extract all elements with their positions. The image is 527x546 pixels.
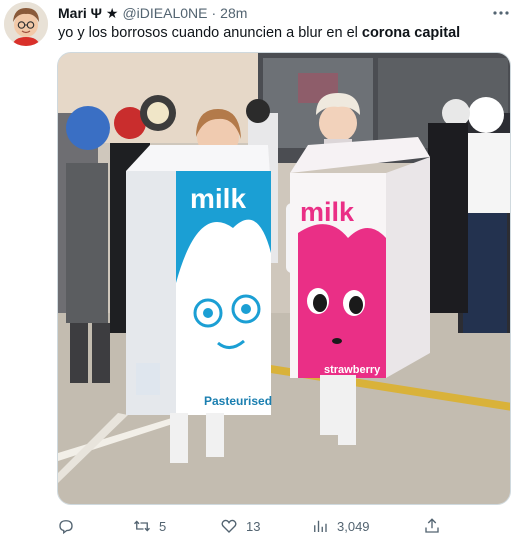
tweet-text-bold: corona capital <box>361 25 461 41</box>
views-count: 3,049 <box>337 518 370 534</box>
tweet: Mari Ψ ★ @iDIEAL0NE · 28m yo y los borro… <box>0 0 527 546</box>
retweet-icon <box>134 520 150 532</box>
svg-text:milk: milk <box>190 183 246 214</box>
svg-text:strawberry: strawberry <box>324 364 381 376</box>
tweet-header: Mari Ψ ★ @iDIEAL0NE · 28m <box>58 3 513 23</box>
avatar-image <box>4 2 48 46</box>
retweet-button[interactable]: 5 <box>133 514 166 538</box>
reply-icon <box>59 520 73 535</box>
photo-milk-costumes: milk Pasteurised milk strawberry <box>58 53 510 504</box>
tweet-text-main: yo y los borrosos cuando anuncien a blur… <box>58 25 362 41</box>
tweet-actions: 5 13 3,049 <box>57 514 511 538</box>
user-handle[interactable]: @iDIEAL0NE <box>122 5 207 21</box>
reply-button[interactable] <box>57 514 75 538</box>
more-options-button[interactable] <box>489 3 513 23</box>
timestamp[interactable]: 28m <box>220 5 247 21</box>
svg-text:milk: milk <box>300 197 355 227</box>
avatar[interactable] <box>4 2 48 46</box>
tweet-text: yo y los borrosos cuando anuncien a blur… <box>58 24 517 43</box>
tweet-photo[interactable]: milk Pasteurised milk strawberry <box>57 52 511 505</box>
share-icon <box>425 518 439 533</box>
like-button[interactable]: 13 <box>220 514 260 538</box>
heart-icon <box>221 519 237 533</box>
display-name[interactable]: Mari Ψ ★ <box>58 5 118 22</box>
more-icon <box>493 11 509 15</box>
views-button[interactable]: 3,049 <box>311 514 370 538</box>
separator-dot: · <box>211 5 217 21</box>
retweet-count: 5 <box>159 518 167 534</box>
like-count: 13 <box>246 518 261 534</box>
share-button[interactable] <box>423 514 441 538</box>
svg-text:Pasteurised: Pasteurised <box>204 394 272 408</box>
views-icon <box>314 520 327 532</box>
